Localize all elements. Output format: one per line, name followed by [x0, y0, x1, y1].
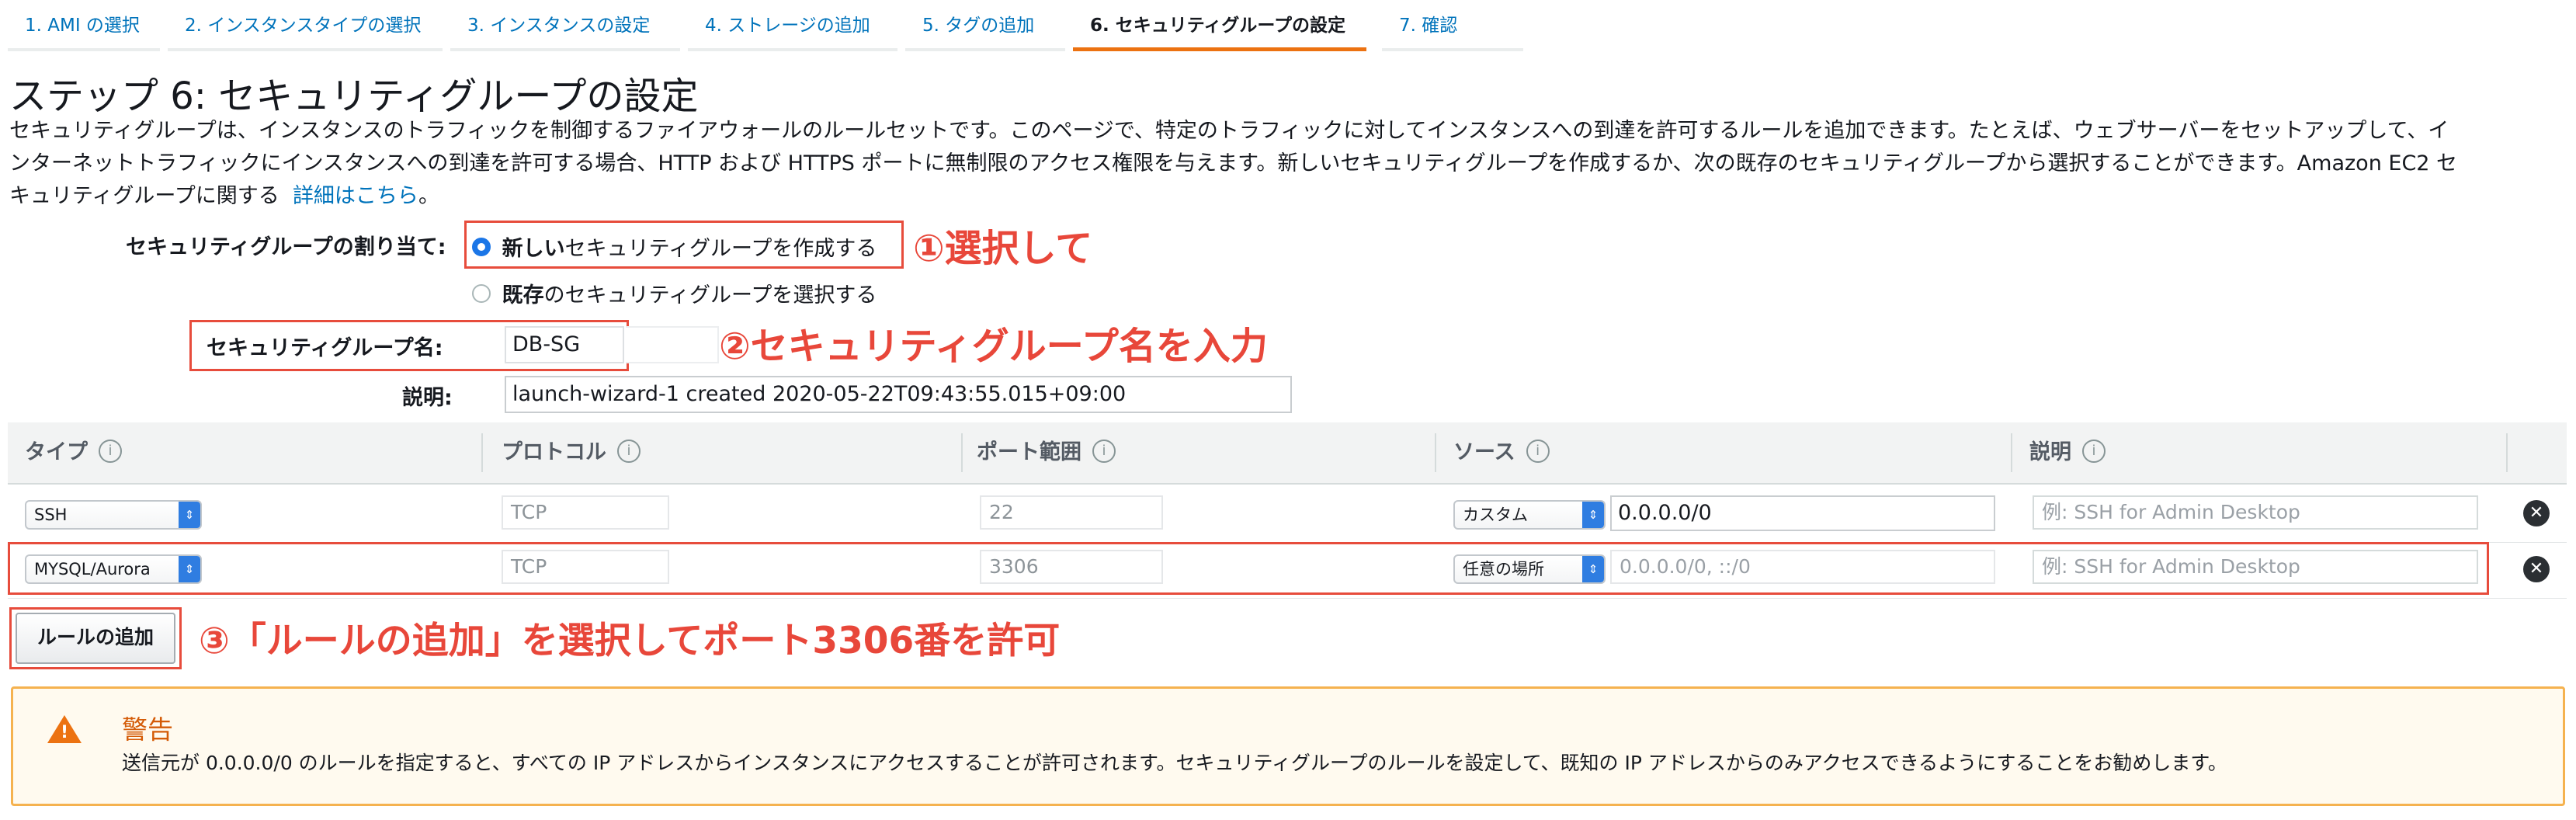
warning-title: 警告: [122, 714, 173, 745]
rule-desc-input[interactable]: 例: SSH for Admin Desktop: [2033, 550, 2478, 584]
sg-desc-label: 説明:: [402, 386, 453, 410]
select-arrows-icon: ⇕: [1582, 556, 1604, 582]
radio-existing-sg-bold: 既存: [502, 283, 544, 308]
port-field: 22: [980, 495, 1163, 530]
radio-new-sg-row[interactable]: 新しいセキュリティグループを作成する: [472, 231, 877, 262]
sg-name-input-extension[interactable]: [626, 326, 719, 363]
type-select[interactable]: MYSQL/Aurora ⇕: [25, 554, 202, 584]
intro-line-3-text: キュリティグループに関する: [9, 184, 279, 208]
port-field: 3306: [980, 550, 1163, 584]
info-icon[interactable]: i: [1526, 439, 1550, 463]
type-select-value: MYSQL/Aurora: [34, 560, 151, 579]
radio-existing-sg-label[interactable]: 既存のセキュリティグループを選択する: [502, 283, 877, 308]
source-cidr-field: 0.0.0.0/0, ::/0: [1610, 550, 1995, 584]
intro-line-2: ンターネットトラフィックにインスタンスへの到達を許可する場合、HTTP および …: [9, 151, 2458, 175]
select-arrows-icon: ⇕: [1582, 502, 1604, 528]
tab-review[interactable]: 7. 確認: [1382, 0, 1523, 51]
rule-desc-input[interactable]: 例: SSH for Admin Desktop: [2033, 495, 2478, 530]
radio-new-sg-bold: 新しい: [502, 237, 565, 261]
annotation-3: ③「ルールの追加」を選択してポート3306番を許可: [199, 620, 1061, 662]
th-port-label: ポート範囲: [977, 440, 1081, 464]
select-arrows-icon: ⇕: [179, 502, 200, 528]
radio-new-sg-label[interactable]: 新しいセキュリティグループを作成する: [502, 237, 877, 261]
table-row: MYSQL/Aurora ⇕ TCP 3306 任意の場所 ⇕ 0.0.0.0/0,…: [8, 544, 2567, 599]
info-icon[interactable]: i: [1092, 439, 1116, 463]
annotation-1: ①選択して: [913, 227, 1093, 270]
tab-security-group[interactable]: 6. セキュリティグループの設定: [1073, 0, 1366, 51]
radio-new-sg-rest: セキュリティグループを作成する: [564, 237, 877, 261]
add-rule-button[interactable]: ルールの追加: [16, 613, 175, 664]
table-row: SSH ⇕ TCP 22 カスタム ⇕ 0.0.0.0/0 例: SSH for A…: [8, 488, 2567, 543]
sg-name-label: セキュリティグループ名:: [207, 336, 443, 360]
protocol-field: TCP: [502, 550, 669, 584]
info-icon[interactable]: i: [617, 439, 641, 463]
th-port: ポート範囲 i: [977, 422, 1116, 483]
info-icon[interactable]: i: [99, 439, 122, 463]
header-divider[interactable]: [2506, 433, 2508, 472]
select-arrows-icon: ⇕: [179, 556, 200, 582]
th-source-label: ソース: [1453, 440, 1515, 464]
protocol-field: TCP: [502, 495, 669, 530]
warning-body: 送信元が 0.0.0.0/0 のルールを指定すると、すべての IP アドレスから…: [122, 752, 2227, 774]
radio-existing-sg-row[interactable]: 既存のセキュリティグループを選択する: [472, 278, 877, 308]
th-description: 説明 i: [2029, 422, 2106, 483]
header-divider[interactable]: [481, 433, 483, 472]
tab-instance-config[interactable]: 3. インスタンスの設定: [450, 0, 680, 51]
th-type: タイプ i: [25, 422, 122, 483]
header-divider[interactable]: [1435, 433, 1436, 472]
intro-line-1: セキュリティグループは、インスタンスのトラフィックを制御するファイアウォールのル…: [9, 119, 2449, 143]
type-select[interactable]: SSH ⇕: [25, 500, 202, 530]
th-protocol: プロトコル i: [502, 422, 641, 483]
rules-table-header: タイプ i プロトコル i ポート範囲 i ソース i 説明 i: [8, 422, 2567, 485]
intro-end: 。: [418, 184, 439, 208]
tab-ami[interactable]: 1. AMI の選択: [8, 0, 160, 51]
warning-alert: ! 警告 送信元が 0.0.0.0/0 のルールを指定すると、すべての IP ア…: [11, 686, 2565, 806]
info-icon[interactable]: i: [2082, 439, 2106, 463]
page-title: ステップ 6: セキュリティグループの設定: [9, 75, 699, 118]
th-source: ソース i: [1453, 422, 1550, 483]
source-mode-value: カスタム: [1463, 506, 1528, 524]
radio-existing-sg[interactable]: [472, 283, 491, 303]
source-mode-select[interactable]: 任意の場所 ⇕: [1453, 554, 1606, 584]
sg-name-input[interactable]: DB-SG: [505, 326, 624, 363]
header-divider[interactable]: [2011, 433, 2012, 472]
remove-rule-icon[interactable]: ✕: [2523, 500, 2550, 526]
intro-line-3: キュリティグループに関する 詳細はこちら。: [9, 180, 2564, 213]
tab-tags[interactable]: 5. タグの追加: [905, 0, 1065, 51]
remove-rule-icon[interactable]: ✕: [2523, 556, 2550, 582]
sg-desc-input[interactable]: launch-wizard-1 created 2020-05-22T09:43…: [505, 376, 1292, 413]
tab-storage[interactable]: 4. ストレージの追加: [688, 0, 897, 51]
wizard-tabs: 1. AMI の選択 2. インスタンスタイプの選択 3. インスタンスの設定 …: [0, 0, 2576, 56]
th-type-label: タイプ: [25, 440, 88, 464]
page-intro: セキュリティグループは、インスタンスのトラフィックを制御するファイアウォールのル…: [9, 115, 2564, 213]
th-protocol-label: プロトコル: [502, 440, 606, 464]
th-description-label: 説明: [2029, 440, 2071, 464]
source-mode-select[interactable]: カスタム ⇕: [1453, 500, 1606, 530]
type-select-value: SSH: [34, 506, 68, 524]
sg-assign-label: セキュリティグループの割り当て:: [126, 235, 446, 259]
warning-icon-glyph: !: [60, 723, 69, 742]
annotation-2: ②セキュリティグループ名を入力: [719, 325, 1268, 368]
radio-existing-sg-rest: のセキュリティグループを選択する: [543, 283, 877, 308]
radio-new-sg[interactable]: [472, 237, 491, 256]
header-divider[interactable]: [961, 433, 963, 472]
source-cidr-input[interactable]: 0.0.0.0/0: [1610, 495, 1995, 531]
source-mode-value: 任意の場所: [1463, 560, 1544, 579]
tab-instance-type[interactable]: 2. インスタンスタイプの選択: [168, 0, 443, 51]
learn-more-link[interactable]: 詳細はこちら: [293, 184, 418, 208]
